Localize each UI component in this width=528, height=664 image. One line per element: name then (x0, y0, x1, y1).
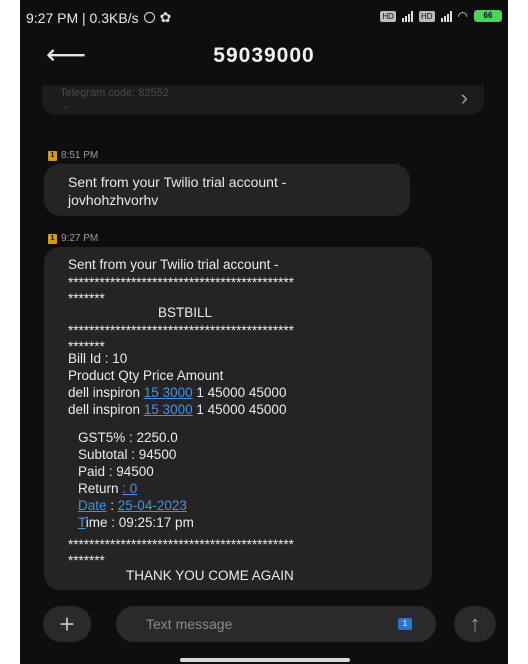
chevron-right-icon[interactable]: › (461, 85, 468, 111)
volte-icon: HD (380, 10, 396, 22)
message-timestamp: 1 9:27 PM (48, 233, 98, 244)
message-intro: Sent from your Twilio trial account - (68, 257, 279, 272)
separator-stars: ****************************************… (68, 275, 294, 290)
message-line: jovhohzhvorhv (68, 192, 159, 208)
sim-select-icon[interactable]: 1 (398, 618, 412, 630)
return-value-link[interactable]: : 0 (122, 481, 137, 496)
preview-text: Telegram code: 82552 (60, 87, 169, 99)
date-value-link[interactable]: 25-04-2023 (118, 498, 187, 513)
volte-2-icon: HD (418, 10, 435, 22)
bill-item-row: dell inspiron 15 3000 1 45000 45000 (68, 402, 286, 417)
item-values: 1 45000 45000 (192, 385, 287, 400)
item-name: dell inspiron (68, 385, 144, 400)
notification-icon (143, 12, 155, 23)
arrow-up-icon[interactable]: ↑ (454, 606, 496, 642)
bill-gst: GST5% : 2250.0 (78, 430, 178, 445)
signal-1-icon (401, 10, 413, 22)
status-left: 9:27 PM | 0.3KB/s ✿ (26, 9, 171, 26)
wifi-icon: ◠ (457, 9, 468, 23)
bill-time: Time : 09:25:17 pm (78, 515, 194, 530)
separator-stars: ****************************************… (68, 323, 294, 338)
bill-columns: Product Qty Price Amount (68, 368, 224, 383)
status-time-speed: 9:27 PM | 0.3KB/s (26, 9, 139, 26)
message-line: Sent from your Twilio trial account - (68, 174, 287, 190)
status-bar: 9:27 PM | 0.3KB/s ✿ HD HD ◠ 66 (20, 0, 508, 34)
bill-id: Bill Id : 10 (68, 351, 128, 366)
message-timestamp: 1 8:51 PM (48, 150, 98, 161)
gear-icon: ✿ (159, 9, 172, 25)
status-right: HD HD ◠ 66 (380, 9, 502, 23)
message-input-placeholder: Text message (146, 616, 233, 632)
conversation-header: ⟵ 59039000 (20, 34, 508, 84)
home-indicator[interactable] (180, 658, 350, 662)
notification-preview[interactable]: Telegram code: 82552 ... › (42, 85, 484, 115)
battery-icon: 66 (474, 10, 502, 22)
message-bubble[interactable]: Sent from your Twilio trial account - jo… (44, 164, 410, 216)
conversation-title: 59039000 (213, 44, 315, 67)
bill-return: Return : 0 (78, 481, 137, 496)
timestamp-text: 9:27 PM (61, 233, 99, 244)
sim-badge-icon: 1 (48, 233, 57, 244)
bill-message-bubble[interactable]: Sent from your Twilio trial account - **… (44, 247, 432, 590)
phone-screen: 9:27 PM | 0.3KB/s ✿ HD HD ◠ 66 ⟵ 5903900… (20, 0, 508, 664)
return-label: Return (78, 481, 123, 496)
message-composer: + Text message 1 ↑ (20, 600, 508, 650)
item-model-link[interactable]: 15 3000 (144, 385, 193, 400)
bill-item-row: dell inspiron 15 3000 1 45000 45000 (68, 385, 286, 400)
item-values: 1 45000 45000 (192, 402, 287, 417)
item-name: dell inspiron (68, 402, 144, 417)
bill-subtotal: Subtotal : 94500 (78, 447, 177, 462)
bill-footer: THANK YOU COME AGAIN (126, 568, 294, 583)
date-label-link[interactable]: Date (78, 498, 107, 513)
separator-stars: ****************************************… (68, 537, 294, 552)
time-value: ime : 09:25:17 pm (85, 515, 194, 530)
bill-paid: Paid : 94500 (78, 464, 154, 479)
separator-stars: ******* (68, 553, 105, 568)
sim-badge-icon: 1 (48, 150, 57, 161)
bill-date: Date : 25-04-2023 (78, 498, 187, 513)
time-label-link[interactable]: T (78, 515, 86, 530)
separator-stars: ******* (68, 291, 105, 306)
bill-heading: BSTBILL (158, 305, 213, 320)
timestamp-text: 8:51 PM (61, 150, 99, 161)
signal-2-icon (440, 10, 452, 22)
message-input[interactable]: Text message 1 (116, 606, 436, 642)
preview-more: ... (60, 99, 70, 111)
plus-icon[interactable]: + (43, 606, 91, 642)
item-model-link[interactable]: 15 3000 (144, 402, 193, 417)
